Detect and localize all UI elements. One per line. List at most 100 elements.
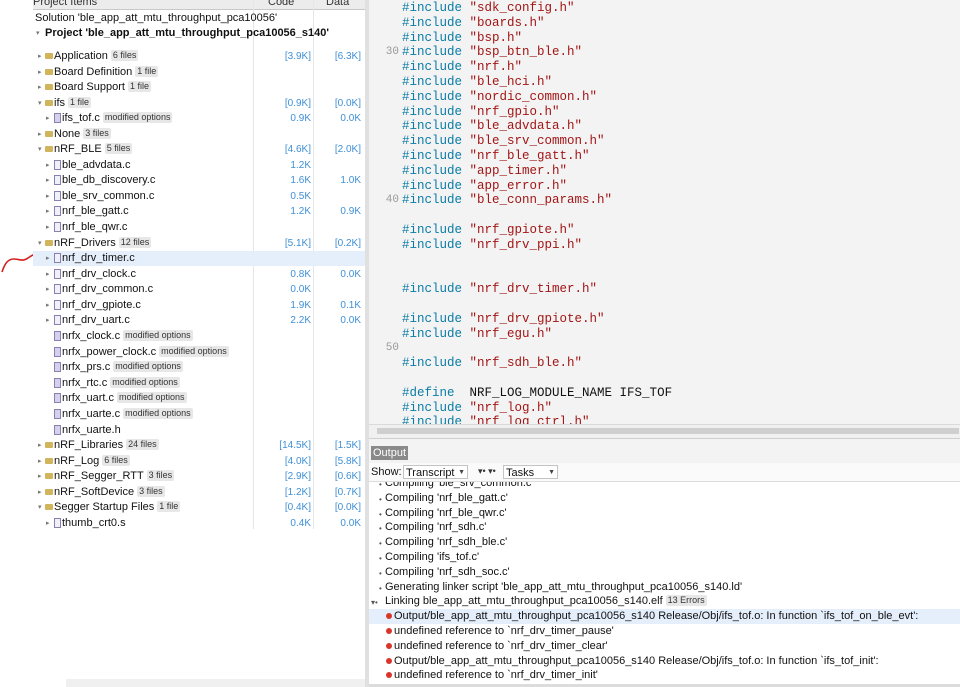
code-line[interactable] [369,371,960,386]
tree-file[interactable]: ▸ nrf_ble_qwr.c [33,220,365,235]
expand-toggle-icon[interactable]: ▾• [371,595,378,610]
tree-folder[interactable]: ▸ Application 6 files [3.9K] [6.3K] [33,49,365,64]
code-line[interactable]: #include "nrf_gpiote.h" [369,223,960,238]
tree-file[interactable]: ▸ nrf_drv_clock.c 0.8K 0.0K [33,267,365,282]
expand-collapse-icon[interactable]: ▾• ▾• [478,466,496,477]
code-line[interactable]: #include "app_error.h" [369,179,960,194]
output-line[interactable]: undefined reference to `nrf_drv_timer_in… [369,668,960,683]
tree-file[interactable]: nrfx_prs.c modified options [33,360,365,375]
collapse-toggle-icon[interactable]: ▸ [46,111,50,126]
tree-file[interactable]: ▸ ble_advdata.c 1.2K [33,158,365,173]
expand-toggle-icon[interactable]: ▾ [38,96,42,111]
code-line[interactable]: #include "nrf.h" [369,60,960,75]
code-line[interactable]: #include "nrf_sdh_ble.h" [369,356,960,371]
collapse-toggle-icon[interactable]: ▸ [46,298,50,313]
code-line[interactable]: #include "app_timer.h" [369,164,960,179]
header-code[interactable]: Code [268,0,294,8]
expand-toggle-icon[interactable]: ▾ [38,236,42,251]
code-line[interactable] [369,297,960,312]
code-line[interactable]: #include "nrf_drv_gpiote.h" [369,312,960,327]
tree-file[interactable]: nrfx_clock.c modified options [33,329,365,344]
tasks-select[interactable]: Tasks ▼ [503,465,558,479]
code-line[interactable]: 40 #include "ble_conn_params.h" [369,193,960,208]
code-line[interactable] [369,253,960,268]
tree-file[interactable]: nrfx_rtc.c modified options [33,376,365,391]
code-line[interactable]: #include "nrf_drv_timer.h" [369,282,960,297]
code-line[interactable]: #include "nrf_gpio.h" [369,105,960,120]
code-line[interactable]: #include "nrf_egu.h" [369,327,960,342]
tree-folder[interactable]: ▾ nRF_BLE 5 files [4.6K] [2.0K] [33,142,365,157]
collapse-toggle-icon[interactable]: ▸ [46,220,50,235]
code-line[interactable]: #include "ble_srv_common.h" [369,134,960,149]
code-line[interactable]: #include "sdk_config.h" [369,1,960,16]
collapse-toggle-icon[interactable]: ▸ [46,189,50,204]
tree-file[interactable]: nrfx_uarte.h [33,423,365,438]
collapse-toggle-icon[interactable]: ▸ [38,454,42,469]
tree-folder[interactable]: ▸ nRF_SoftDevice 3 files [1.2K] [0.7K] [33,485,365,500]
scrollbar-thumb[interactable] [377,428,959,434]
output-line[interactable]: • Compiling 'nrf_sdh.c' [369,520,960,535]
editor-horizontal-scrollbar[interactable] [369,424,960,438]
code-line[interactable]: #include "nrf_ble_gatt.h" [369,149,960,164]
collapse-toggle-icon[interactable]: ▸ [46,173,50,188]
tree-file[interactable]: ▸ nrf_drv_gpiote.c 1.9K 0.1K [33,298,365,313]
tree-folder[interactable]: ▸ nRF_Segger_RTT 3 files [2.9K] [0.6K] [33,469,365,484]
code-line[interactable] [369,267,960,282]
tree-folder[interactable]: ▸ None 3 files [33,127,365,142]
collapse-toggle-icon[interactable]: ▸ [46,516,50,531]
collapse-toggle-icon[interactable]: ▸ [38,485,42,500]
tree-file[interactable]: nrfx_power_clock.c modified options [33,345,365,360]
output-line[interactable]: • Compiling 'nrf_ble_qwr.c' [369,506,960,521]
code-line[interactable]: #include "ble_hci.h" [369,75,960,90]
collapse-toggle-icon[interactable]: ▸ [46,282,50,297]
output-line[interactable]: undefined reference to `nrf_drv_timer_cl… [369,639,960,654]
output-line[interactable]: • Compiling 'ble_srv_common.c' [369,482,960,491]
code-line[interactable]: #include "boards.h" [369,16,960,31]
output-line[interactable]: • Compiling 'nrf_ble_gatt.c' [369,491,960,506]
output-line[interactable]: • Generating linker script 'ble_app_att_m… [369,580,960,595]
collapse-toggle-icon[interactable]: ▸ [38,80,42,95]
output-line[interactable]: Output/ble_app_att_mtu_throughput_pca100… [369,609,960,625]
collapse-toggle-icon[interactable]: ▸ [38,49,42,64]
code-line[interactable]: #include "nordic_common.h" [369,90,960,105]
tree-folder[interactable]: ▸ nRF_Log 6 files [4.0K] [5.8K] [33,454,365,469]
collapse-toggle-icon[interactable]: ▸ [46,267,50,282]
tree-file[interactable]: ▸ ble_db_discovery.c 1.6K 1.0K [33,173,365,188]
code-line[interactable]: #include "ble_advdata.h" [369,119,960,134]
collapse-toggle-icon[interactable]: ▸ [46,204,50,219]
code-editor[interactable]: #include "sdk_config.h" #include "boards.… [369,0,960,424]
code-line[interactable]: #include "nrf_log.h" [369,401,960,416]
collapse-toggle-icon[interactable]: ▸ [38,65,42,80]
project-node[interactable]: ▾ Project 'ble_app_att_mtu_throughput_pc… [33,26,365,41]
output-transcript[interactable]: • Compiling 'ble_srv_common.c' • Compiling … [369,482,960,687]
tab-output[interactable]: Output [371,446,409,460]
show-select[interactable]: Transcript ▼ [403,465,468,479]
tree-folder[interactable]: ▸ Board Definition 1 file [33,65,365,80]
tree-file[interactable]: ▸ nrf_drv_uart.c 2.2K 0.0K [33,313,365,328]
tree-file[interactable]: nrfx_uarte.c modified options [33,407,365,422]
code-line[interactable]: 30 #include "bsp_btn_ble.h" [369,45,960,60]
expand-toggle-icon[interactable]: ▾ [38,500,42,515]
code-line[interactable]: #include "nrf_drv_ppi.h" [369,238,960,253]
tree-file[interactable]: nrfx_uart.c modified options [33,391,365,406]
output-line[interactable]: • Compiling 'nrf_sdh_ble.c' [369,535,960,550]
tree-file[interactable]: ▸ nrf_drv_common.c 0.0K [33,282,365,297]
output-line[interactable]: • Compiling 'nrf_sdh_soc.c' [369,565,960,580]
output-line[interactable]: undefined reference to `nrf_drv_timer_pa… [369,624,960,639]
solution-node[interactable]: Solution 'ble_app_att_mtu_throughput_pca… [33,11,365,26]
tree-folder[interactable]: ▸ Board Support 1 file [33,80,365,95]
code-line[interactable] [369,208,960,223]
collapse-toggle-icon[interactable]: ▸ [38,438,42,453]
tree-file[interactable]: ▸ ifs_tof.c modified options 0.9K 0.0K [33,111,365,126]
collapse-toggle-icon[interactable]: ▸ [46,158,50,173]
tree-file[interactable]: ▸ thumb_crt0.s 0.4K 0.0K [33,516,365,531]
code-line[interactable]: #include "nrf_log_ctrl.h" [369,415,960,424]
collapse-toggle-icon[interactable]: ▸ [38,127,42,142]
tree-file[interactable]: ▸ ble_srv_common.c 0.5K [33,189,365,204]
output-line[interactable]: ▾• Linking ble_app_att_mtu_throughput_pca… [369,594,960,609]
header-data[interactable]: Data [326,0,349,8]
collapse-toggle-icon[interactable]: ▸ [46,313,50,328]
output-line[interactable]: Output/ble_app_att_mtu_throughput_pca100… [369,654,960,669]
collapse-toggle-icon[interactable]: ▸ [38,469,42,484]
output-line[interactable]: • Compiling 'ifs_tof.c' [369,550,960,565]
